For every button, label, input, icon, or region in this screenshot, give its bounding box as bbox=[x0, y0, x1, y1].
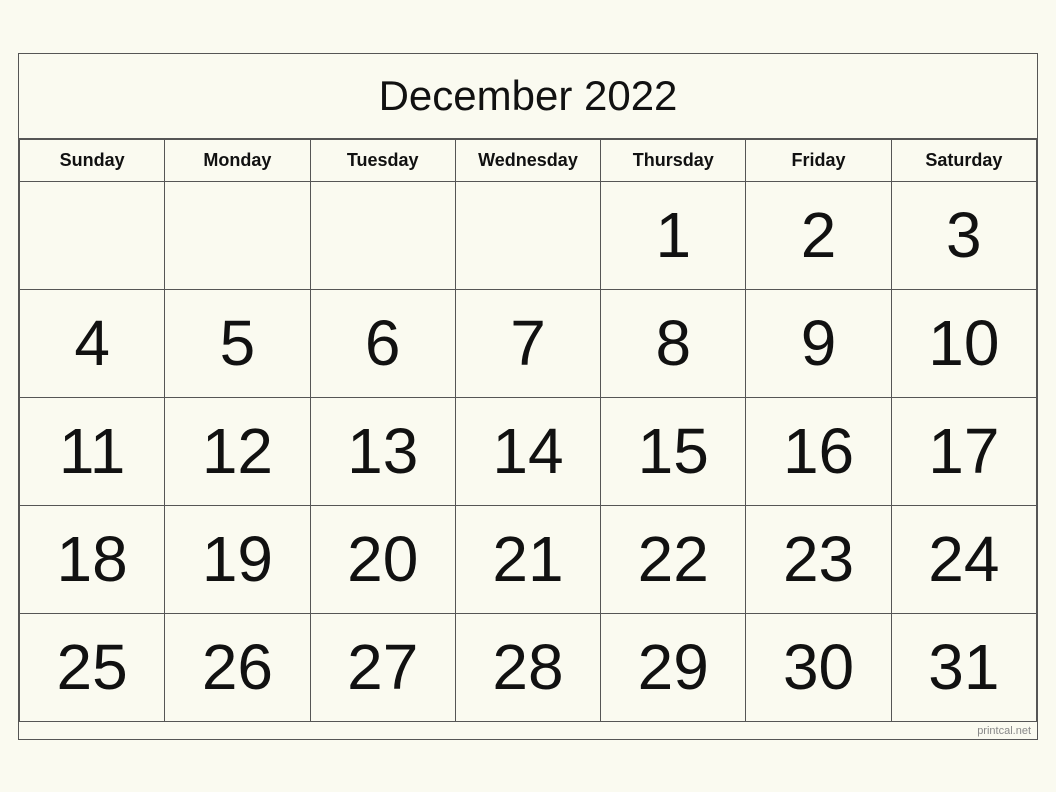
day-cell-18: 18 bbox=[20, 505, 165, 613]
calendar-container: December 2022 SundayMondayTuesdayWednesd… bbox=[18, 53, 1038, 740]
day-cell-22: 22 bbox=[601, 505, 746, 613]
day-cell-26: 26 bbox=[165, 613, 310, 721]
day-cell-31: 31 bbox=[891, 613, 1036, 721]
day-cell-15: 15 bbox=[601, 397, 746, 505]
empty-cell bbox=[20, 181, 165, 289]
day-header-tuesday: Tuesday bbox=[310, 139, 455, 181]
day-cell-12: 12 bbox=[165, 397, 310, 505]
day-cell-11: 11 bbox=[20, 397, 165, 505]
day-cell-19: 19 bbox=[165, 505, 310, 613]
empty-cell bbox=[165, 181, 310, 289]
day-cell-20: 20 bbox=[310, 505, 455, 613]
day-cell-29: 29 bbox=[601, 613, 746, 721]
day-cell-3: 3 bbox=[891, 181, 1036, 289]
day-cell-10: 10 bbox=[891, 289, 1036, 397]
day-cell-28: 28 bbox=[455, 613, 600, 721]
empty-cell bbox=[310, 181, 455, 289]
week-row-5: 25262728293031 bbox=[20, 613, 1037, 721]
day-cell-1: 1 bbox=[601, 181, 746, 289]
day-header-thursday: Thursday bbox=[601, 139, 746, 181]
day-cell-24: 24 bbox=[891, 505, 1036, 613]
day-cell-21: 21 bbox=[455, 505, 600, 613]
day-header-wednesday: Wednesday bbox=[455, 139, 600, 181]
week-row-1: 123 bbox=[20, 181, 1037, 289]
day-cell-17: 17 bbox=[891, 397, 1036, 505]
day-cell-6: 6 bbox=[310, 289, 455, 397]
day-header-saturday: Saturday bbox=[891, 139, 1036, 181]
day-header-sunday: Sunday bbox=[20, 139, 165, 181]
calendar-grid: SundayMondayTuesdayWednesdayThursdayFrid… bbox=[19, 139, 1037, 722]
day-cell-8: 8 bbox=[601, 289, 746, 397]
empty-cell bbox=[455, 181, 600, 289]
day-cell-13: 13 bbox=[310, 397, 455, 505]
day-cell-25: 25 bbox=[20, 613, 165, 721]
week-row-4: 18192021222324 bbox=[20, 505, 1037, 613]
day-cell-23: 23 bbox=[746, 505, 891, 613]
day-cell-27: 27 bbox=[310, 613, 455, 721]
day-cell-30: 30 bbox=[746, 613, 891, 721]
day-cell-14: 14 bbox=[455, 397, 600, 505]
day-cell-7: 7 bbox=[455, 289, 600, 397]
calendar-title: December 2022 bbox=[19, 54, 1037, 139]
day-cell-4: 4 bbox=[20, 289, 165, 397]
day-header-monday: Monday bbox=[165, 139, 310, 181]
day-cell-16: 16 bbox=[746, 397, 891, 505]
watermark: printcal.net bbox=[19, 722, 1037, 739]
day-cell-5: 5 bbox=[165, 289, 310, 397]
week-row-2: 45678910 bbox=[20, 289, 1037, 397]
day-headers-row: SundayMondayTuesdayWednesdayThursdayFrid… bbox=[20, 139, 1037, 181]
day-header-friday: Friday bbox=[746, 139, 891, 181]
week-row-3: 11121314151617 bbox=[20, 397, 1037, 505]
day-cell-2: 2 bbox=[746, 181, 891, 289]
day-cell-9: 9 bbox=[746, 289, 891, 397]
